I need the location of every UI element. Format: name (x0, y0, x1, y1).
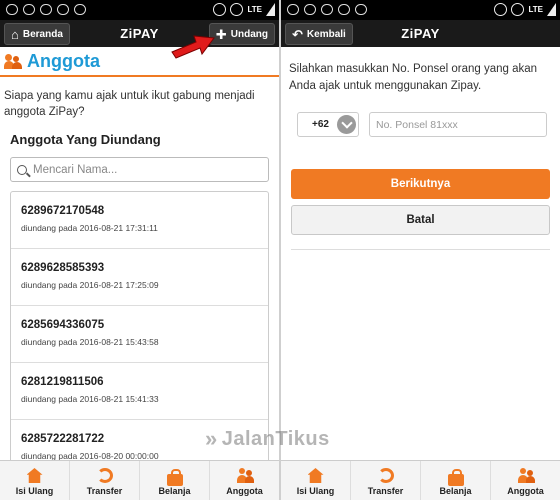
invite-date: diundang pada 2016-08-21 17:25:09 (21, 280, 159, 291)
section-title: Anggota Yang Diundang (10, 132, 161, 148)
tab-belanja[interactable]: Belanja (140, 461, 210, 500)
notification-icons (6, 4, 86, 15)
status-bar: LTE (0, 0, 279, 20)
tab-anggota[interactable]: Anggota (210, 461, 279, 500)
notification-icons (287, 4, 367, 15)
house-icon (26, 468, 43, 483)
bottom-tab-bar: Isi Ulang Transfer Belanja Anggota (0, 460, 279, 500)
page-header: Anggota (0, 47, 279, 77)
member-phone: 6285694336075 (21, 319, 105, 332)
intro-text: Siapa yang kamu ajak untuk ikut gabung m… (4, 90, 255, 118)
tab-label: Transfer (367, 486, 404, 496)
right-screen: LTE ↶ Kembali ZiPAY Silahkan masukkan No… (281, 0, 560, 500)
shopping-bag-icon (447, 469, 464, 486)
page-title: Anggota (27, 50, 100, 71)
member-phone: 6289628585393 (21, 262, 105, 275)
screenshot-composite: LTE ⌂ Beranda ZiPAY ✚ Undang Anggota Sia… (0, 0, 560, 500)
tab-anggota[interactable]: Anggota (491, 461, 560, 500)
tab-label: Isi Ulang (15, 486, 54, 496)
search-box[interactable] (10, 157, 269, 183)
tab-transfer[interactable]: Transfer (351, 461, 421, 500)
house-icon (307, 468, 324, 483)
tab-belanja[interactable]: Belanja (421, 461, 491, 500)
invite-date: diundang pada 2016-08-21 15:43:58 (21, 337, 159, 348)
watermark-text: JalanTikus (221, 427, 330, 450)
search-icon (17, 164, 27, 175)
chevron-down-icon (337, 115, 356, 135)
member-phone: 6281219811506 (21, 376, 104, 389)
red-arrow-annotation (171, 35, 215, 59)
members-icon (4, 53, 22, 69)
tab-transfer[interactable]: Transfer (70, 461, 140, 500)
tab-isi-ulang[interactable]: Isi Ulang (0, 461, 70, 500)
instruction-text: Silahkan masukkan No. Ponsel orang yang … (289, 63, 538, 92)
list-item[interactable]: 6281219811506 diundang pada 2016-08-21 1… (11, 363, 268, 421)
system-icons: LTE (494, 3, 556, 16)
invite-button[interactable]: ✚ Undang (208, 23, 275, 45)
system-icons: LTE (213, 3, 275, 16)
app-title: ZiPAY (401, 26, 440, 41)
country-code-value: +62 (312, 119, 329, 131)
tab-label: Anggota (226, 486, 263, 496)
next-button[interactable]: Berikutnya (291, 169, 550, 200)
phone-number-input[interactable] (369, 112, 547, 138)
tab-isi-ulang[interactable]: Isi Ulang (281, 461, 351, 500)
member-phone: 6289672170548 (21, 205, 105, 218)
country-code-select[interactable]: +62 (297, 112, 359, 138)
plus-icon: ✚ (215, 26, 227, 42)
tab-label: Transfer (86, 486, 123, 496)
tab-label: Belanja (439, 486, 472, 496)
transfer-icon (96, 468, 113, 483)
list-item[interactable]: 6285694336075 diundang pada 2016-08-21 1… (11, 306, 268, 364)
list-item[interactable]: 6289628585393 diundang pada 2016-08-21 1… (11, 249, 268, 307)
tab-label: Isi Ulang (296, 486, 335, 496)
members-icon (236, 468, 254, 483)
invite-button-label: Undang (230, 28, 268, 40)
status-bar: LTE (281, 0, 560, 20)
phone-input-row: +62 (297, 112, 560, 138)
invite-date: diundang pada 2016-08-21 17:31:11 (21, 223, 158, 234)
app-bar: ⌂ Beranda ZiPAY ✚ Undang (0, 20, 279, 47)
tab-label: Anggota (507, 486, 544, 496)
members-icon (517, 468, 535, 483)
shopping-bag-icon (166, 469, 183, 486)
app-bar: ↶ Kembali ZiPAY (281, 20, 560, 47)
watermark: » JalanTikus (205, 426, 330, 452)
search-input[interactable] (33, 163, 233, 176)
tab-label: Belanja (158, 486, 191, 496)
invite-date: diundang pada 2016-08-21 15:41:33 (21, 394, 159, 405)
transfer-icon (377, 468, 394, 483)
list-item[interactable]: 6289672170548 diundang pada 2016-08-21 1… (11, 192, 268, 250)
cancel-button[interactable]: Batal (291, 205, 550, 236)
bottom-tab-bar: Isi Ulang Transfer Belanja Anggota (281, 460, 560, 500)
watermark-logo-icon: » (205, 426, 218, 451)
left-screen: LTE ⌂ Beranda ZiPAY ✚ Undang Anggota Sia… (0, 0, 279, 500)
separator (291, 249, 550, 251)
